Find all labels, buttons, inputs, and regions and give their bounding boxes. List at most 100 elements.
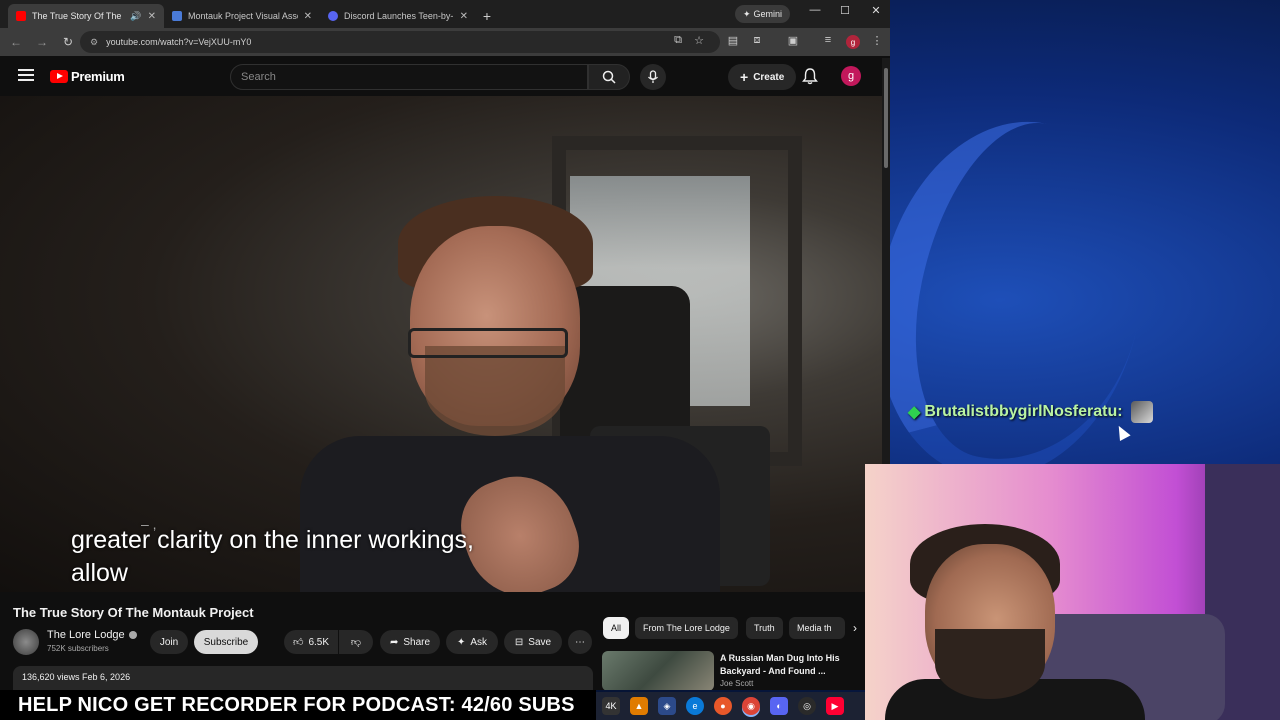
account-avatar[interactable]: g — [841, 66, 861, 86]
ask-button[interactable]: ✦ Ask — [446, 630, 498, 654]
tab-youtube[interactable]: The True Story Of The Montauk 🔊 ✕ — [8, 4, 164, 28]
close-tab-icon[interactable]: ✕ — [304, 11, 312, 22]
youtube-play-icon — [50, 70, 68, 83]
sparkle-icon: ✦ — [743, 8, 751, 19]
minimize-button[interactable]: — — [800, 4, 830, 16]
4k-app-icon[interactable]: 4K — [602, 697, 620, 715]
bookmark-star-icon[interactable]: ☆ — [691, 34, 707, 47]
tab-strip: The True Story Of The Montauk 🔊 ✕ Montau… — [0, 0, 890, 28]
address-bar[interactable]: ⚙ youtube.com/watch?v=VejXUU-mY0 — [80, 31, 720, 53]
microphone-icon — [648, 70, 658, 83]
chat-username: BrutalistbbygirlNosferatu: — [924, 403, 1123, 420]
site-info-icon[interactable]: ⚙ — [90, 37, 98, 48]
chip-media[interactable]: Media th — [789, 617, 845, 639]
more-menu-icon[interactable]: ⋮ — [869, 34, 885, 47]
extensions-icon[interactable]: ⧈ — [749, 34, 765, 47]
gemini-button[interactable]: ✦ Gemini — [735, 5, 791, 23]
sparkle-icon: ✦ — [456, 636, 466, 648]
save-button[interactable]: ⊟ Save — [504, 630, 562, 654]
chevron-right-icon[interactable]: › — [846, 617, 864, 639]
vlc-icon[interactable]: ▲ — [630, 697, 648, 715]
caption-line-2: allow — [71, 559, 128, 587]
reading-list-icon[interactable]: ≡ — [820, 34, 836, 46]
scrollbar-thumb[interactable] — [884, 68, 888, 168]
like-count: 6.5K — [308, 636, 330, 648]
chip-from-channel[interactable]: From The Lore Lodge — [635, 617, 738, 639]
browser-profile-avatar[interactable]: g — [846, 35, 860, 49]
tab-title: Montauk Project Visual Assets — [188, 11, 298, 21]
cast-icon[interactable]: ⧉ — [670, 34, 686, 47]
notifications-bell-icon[interactable] — [802, 67, 822, 87]
like-button[interactable]: 👍︎ 6.5K — [284, 630, 338, 654]
thumbs-up-icon: 👍︎ — [292, 637, 304, 648]
stream-chat-message: ◆ BrutalistbbygirlNosferatu: — [908, 401, 1153, 423]
youtube-masthead: Premium Search + Create g — [0, 58, 882, 96]
bookmark-icon: ⊟ — [514, 636, 524, 648]
chat-badge-icon: ◆ — [908, 404, 921, 421]
discord-favicon-icon — [328, 11, 338, 21]
logo-text: Premium — [71, 69, 125, 84]
youtube-app-icon[interactable]: ▶ — [826, 697, 844, 715]
maximize-button[interactable]: ☐ — [830, 4, 860, 17]
search-button[interactable] — [588, 64, 630, 90]
new-tab-button[interactable]: + — [476, 4, 498, 28]
more-actions-button[interactable]: ⋯ — [568, 630, 592, 654]
subscribe-label: Subscribe — [203, 636, 249, 648]
stream-goal-banner: HELP NICO GET RECORDER FOR PODCAST: 42/6… — [0, 690, 596, 720]
close-tab-icon[interactable]: ✕ — [460, 11, 468, 22]
video-description-box[interactable]: 136,620 views Feb 6, 2026 — [13, 666, 593, 690]
obs-icon[interactable]: ◎ — [798, 697, 816, 715]
shield-app-icon[interactable]: ◈ — [658, 697, 676, 715]
clipboard-icon[interactable]: ▤ — [725, 34, 741, 47]
chrome-icon[interactable]: ◉ — [742, 697, 760, 715]
voice-search-button[interactable] — [640, 64, 666, 90]
windows-taskbar: 4K ▲ ◈ e ● ◉ ◐ ◎ ▶ — [596, 692, 865, 720]
share-arrow-icon: ➦ — [389, 636, 399, 648]
chip-all[interactable]: All — [603, 617, 630, 639]
gemini-label: Gemini — [753, 9, 783, 19]
webcam-person-beard — [935, 629, 1045, 699]
subscriber-count: 752K subscribers — [47, 644, 109, 653]
browser-window: The True Story Of The Montauk 🔊 ✕ Montau… — [0, 0, 890, 690]
dislike-button[interactable]: 👎︎ — [339, 630, 373, 654]
hamburger-menu-icon[interactable] — [18, 69, 34, 81]
join-button[interactable]: Join — [150, 630, 188, 654]
close-window-button[interactable]: ✕ — [861, 4, 890, 17]
firefox-icon[interactable]: ● — [714, 697, 732, 715]
recommendation-title[interactable]: A Russian Man Dug Into His Backyard - An… — [720, 652, 850, 678]
close-tab-icon[interactable]: ✕ — [148, 11, 156, 22]
video-player[interactable]: – , greater clarity on the inner working… — [0, 96, 882, 592]
discord-icon[interactable]: ◐ — [770, 697, 788, 715]
edge-icon[interactable]: e — [686, 697, 704, 715]
webcam-overlay — [865, 464, 1280, 720]
save-label: Save — [528, 636, 552, 648]
chip-truth[interactable]: Truth — [746, 617, 783, 639]
back-arrow-icon[interactable]: ← — [8, 35, 24, 49]
search-input[interactable]: Search — [230, 64, 588, 90]
create-label: Create — [753, 71, 785, 83]
channel-avatar[interactable] — [13, 629, 39, 655]
caption-fading-line: – , — [141, 516, 157, 532]
share-button[interactable]: ➦ Share — [380, 630, 440, 654]
split-view-icon[interactable]: ▣ — [785, 34, 801, 47]
subscribe-button[interactable]: Subscribe — [194, 630, 258, 654]
video-person-glasses — [408, 328, 568, 358]
forward-arrow-icon[interactable]: → — [34, 35, 50, 49]
reload-icon[interactable]: ↻ — [60, 35, 76, 49]
create-button[interactable]: + Create — [728, 64, 797, 90]
tab-discord-article[interactable]: Discord Launches Teen-by-Defa ✕ — [320, 4, 476, 28]
tab-montauk-assets[interactable]: Montauk Project Visual Assets ✕ — [164, 4, 320, 28]
channel-name: The Lore Lodge — [47, 629, 125, 641]
speaker-icon[interactable]: 🔊 — [130, 11, 141, 22]
docs-favicon-icon — [172, 11, 182, 21]
tab-title: The True Story Of The Montauk — [32, 11, 124, 21]
ask-label: Ask — [470, 636, 488, 648]
video-captions: – , greater clarity on the inner working… — [71, 516, 474, 590]
recommendation-channel[interactable]: Joe Scott — [720, 679, 753, 688]
plus-icon: + — [740, 69, 749, 85]
join-label: Join — [159, 636, 179, 648]
url-text: youtube.com/watch?v=VejXUU-mY0 — [106, 37, 252, 47]
youtube-premium-logo[interactable]: Premium — [50, 69, 125, 84]
recommendation-thumbnail[interactable] — [602, 651, 714, 690]
channel-name-link[interactable]: The Lore Lodge — [47, 629, 137, 641]
